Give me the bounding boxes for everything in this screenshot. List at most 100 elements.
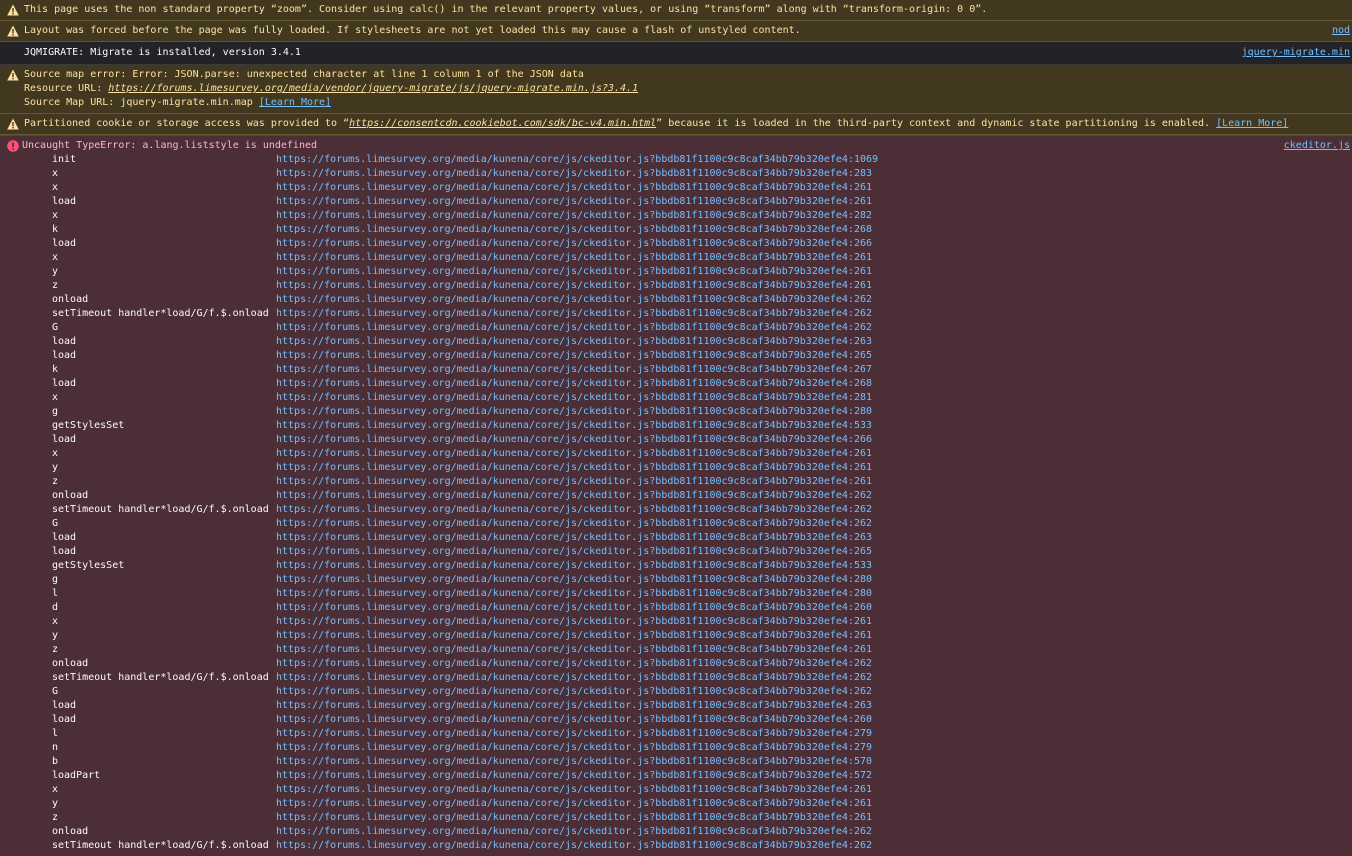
frame-line-number: 261 — [853, 448, 873, 459]
frame-line-number: 267 — [853, 364, 873, 375]
stack-frame-location-link[interactable]: https://forums.limesurvey.org/media/kune… — [276, 587, 872, 601]
stack-frame-location-link[interactable]: https://forums.limesurvey.org/media/kune… — [276, 321, 872, 335]
stack-frame-location-link[interactable]: https://forums.limesurvey.org/media/kune… — [276, 545, 872, 559]
stack-frame-location-link[interactable]: https://forums.limesurvey.org/media/kune… — [276, 405, 872, 419]
stack-frame-location-link[interactable]: https://forums.limesurvey.org/media/kune… — [276, 335, 872, 349]
stack-frame-location-link[interactable]: https://forums.limesurvey.org/media/kune… — [276, 783, 872, 797]
stack-frame-location-link[interactable]: https://forums.limesurvey.org/media/kune… — [276, 167, 872, 181]
stack-frame-location-link[interactable]: https://forums.limesurvey.org/media/kune… — [276, 643, 872, 657]
stack-frame-function: setTimeout handler*load/G/f.$.onload — [52, 840, 269, 851]
frame-url: https://forums.limesurvey.org/media/kune… — [276, 686, 848, 697]
stack-frame-function: y — [52, 266, 59, 277]
stack-frame-location-link[interactable]: https://forums.limesurvey.org/media/kune… — [276, 293, 872, 307]
stack-frame-location-link[interactable]: https://forums.limesurvey.org/media/kune… — [276, 713, 872, 727]
stack-frame-location-link[interactable]: https://forums.limesurvey.org/media/kune… — [276, 559, 872, 573]
stack-frame-location-link[interactable]: https://forums.limesurvey.org/media/kune… — [276, 797, 872, 811]
stack-frame-location-link[interactable]: https://forums.limesurvey.org/media/kune… — [276, 657, 872, 671]
learn-more-link[interactable]: [Learn More] — [259, 97, 331, 108]
stack-frame-location-link[interactable]: https://forums.limesurvey.org/media/kune… — [276, 419, 872, 433]
stack-frame-function: G — [52, 518, 59, 529]
resource-url-link[interactable]: https://forums.limesurvey.org/media/vend… — [108, 83, 638, 94]
stack-frame-function: onload — [52, 658, 89, 669]
stack-frame-location-link[interactable]: https://forums.limesurvey.org/media/kune… — [276, 489, 872, 503]
stack-frame-function: g — [52, 574, 59, 585]
stack-frame: x https://forums.limesurvey.org/media/kun… — [52, 447, 1352, 461]
stack-frame-location-link[interactable]: https://forums.limesurvey.org/media/kune… — [276, 279, 872, 293]
stack-frame-location-link[interactable]: https://forums.limesurvey.org/media/kune… — [276, 251, 872, 265]
stack-frame-location-link[interactable]: https://forums.limesurvey.org/media/kune… — [276, 209, 872, 223]
console-error-typeerror: Uncaught TypeError: a.lang.liststyle is … — [0, 135, 1352, 856]
frame-url: https://forums.limesurvey.org/media/kune… — [276, 392, 848, 403]
stack-frame-location-link[interactable]: https://forums.limesurvey.org/media/kune… — [276, 615, 872, 629]
stack-frame-location-link[interactable]: https://forums.limesurvey.org/media/kune… — [276, 685, 872, 699]
stack-frame-location-link[interactable]: https://forums.limesurvey.org/media/kune… — [276, 769, 872, 783]
stack-frame-function: l — [52, 588, 59, 599]
stack-frame-function: load — [52, 196, 77, 207]
stack-frame-location-link[interactable]: https://forums.limesurvey.org/media/kune… — [276, 181, 872, 195]
stack-frame-function: getStylesSet — [52, 560, 125, 571]
stack-frame-location-link[interactable]: https://forums.limesurvey.org/media/kune… — [276, 475, 872, 489]
frame-url: https://forums.limesurvey.org/media/kune… — [276, 420, 848, 431]
frame-line-number: 263 — [853, 336, 873, 347]
stack-frame-function: x — [52, 448, 59, 459]
stack-frame-location-link[interactable]: https://forums.limesurvey.org/media/kune… — [276, 433, 872, 447]
stack-frame-function: x — [52, 168, 59, 179]
stack-frame-location-link[interactable]: https://forums.limesurvey.org/media/kune… — [276, 223, 872, 237]
stack-frame-location-link[interactable]: https://forums.limesurvey.org/media/kune… — [276, 517, 872, 531]
stack-frame-location-link[interactable]: https://forums.limesurvey.org/media/kune… — [276, 237, 872, 251]
frame-line-number: 263 — [853, 532, 873, 543]
frame-url: https://forums.limesurvey.org/media/kune… — [276, 308, 848, 319]
stack-frame-location-link[interactable]: https://forums.limesurvey.org/media/kune… — [276, 573, 872, 587]
stack-frame-function: y — [52, 798, 59, 809]
stack-frame-location-link[interactable]: https://forums.limesurvey.org/media/kune… — [276, 825, 872, 839]
frame-line-number: 283 — [853, 168, 873, 179]
frame-line-number: 266 — [853, 238, 873, 249]
stack-frame-location-link[interactable]: https://forums.limesurvey.org/media/kune… — [276, 531, 872, 545]
stack-frame-location-link[interactable]: https://forums.limesurvey.org/media/kune… — [276, 811, 872, 825]
stack-frame-location-link[interactable]: https://forums.limesurvey.org/media/kune… — [276, 601, 872, 615]
frame-url: https://forums.limesurvey.org/media/kune… — [276, 588, 848, 599]
frame-line-number: 262 — [853, 672, 873, 683]
stack-frame-location-link[interactable]: https://forums.limesurvey.org/media/kune… — [276, 377, 872, 391]
frame-line-number: 262 — [853, 518, 873, 529]
stack-frame-location-link[interactable]: https://forums.limesurvey.org/media/kune… — [276, 391, 872, 405]
stack-frame: l https://forums.limesurvey.org/media/kun… — [52, 587, 1352, 601]
stack-frame-location-link[interactable]: https://forums.limesurvey.org/media/kune… — [276, 363, 872, 377]
stack-frame-location-link[interactable]: https://forums.limesurvey.org/media/kune… — [276, 629, 872, 643]
frame-url: https://forums.limesurvey.org/media/kune… — [276, 322, 848, 333]
stack-frame-location-link[interactable]: https://forums.limesurvey.org/media/kune… — [276, 839, 872, 853]
stack-frame-location-link[interactable]: https://forums.limesurvey.org/media/kune… — [276, 349, 872, 363]
frame-url: https://forums.limesurvey.org/media/kune… — [276, 294, 848, 305]
stack-frame-location-link[interactable]: https://forums.limesurvey.org/media/kune… — [276, 727, 872, 741]
resource-url-label: Resource URL: — [24, 83, 109, 94]
message-text: Uncaught TypeError: a.lang.liststyle is … — [22, 140, 318, 151]
frame-url: https://forums.limesurvey.org/media/kune… — [276, 182, 848, 193]
frame-line-number: 265 — [853, 350, 873, 361]
frame-url: https://forums.limesurvey.org/media/kune… — [276, 672, 848, 683]
error-icon — [7, 140, 19, 152]
learn-more-link[interactable]: [Learn More] — [1216, 118, 1288, 129]
message-source-link[interactable]: jquery-migrate.min — [1242, 46, 1350, 60]
stack-frame-location-link[interactable]: https://forums.limesurvey.org/media/kune… — [276, 461, 872, 475]
frame-url: https://forums.limesurvey.org/media/kune… — [276, 490, 848, 501]
stack-frame-location-link[interactable]: https://forums.limesurvey.org/media/kune… — [276, 699, 872, 713]
stack-frame-location-link[interactable]: https://forums.limesurvey.org/media/kune… — [276, 195, 872, 209]
stack-frame: onload https://forums.limesurvey.org/medi… — [52, 489, 1352, 503]
stack-frame-location-link[interactable]: https://forums.limesurvey.org/media/kune… — [276, 265, 872, 279]
stack-frame-location-link[interactable]: https://forums.limesurvey.org/media/kune… — [276, 671, 872, 685]
frame-line-number: 262 — [853, 490, 873, 501]
stack-frame-location-link[interactable]: https://forums.limesurvey.org/media/kune… — [276, 755, 872, 769]
message-source-link[interactable]: nod — [1332, 24, 1350, 38]
stack-frame-location-link[interactable]: https://forums.limesurvey.org/media/kune… — [276, 447, 872, 461]
stack-frame-function: setTimeout handler*load/G/f.$.onload — [52, 504, 269, 515]
cookiebot-url-link[interactable]: https://consentcdn.cookiebot.com/sdk/bc-… — [349, 118, 656, 129]
message-source-link[interactable]: ckeditor.js — [1284, 139, 1350, 153]
stack-frame-location-link[interactable]: https://forums.limesurvey.org/media/kune… — [276, 307, 872, 321]
stack-frame-location-link[interactable]: https://forums.limesurvey.org/media/kune… — [276, 503, 872, 517]
frame-url: https://forums.limesurvey.org/media/kune… — [276, 714, 848, 725]
stack-frame-function: loadPart — [52, 770, 101, 781]
frame-url: https://forums.limesurvey.org/media/kune… — [276, 196, 848, 207]
stack-frame-location-link[interactable]: https://forums.limesurvey.org/media/kune… — [276, 153, 878, 167]
stack-frame-location-link[interactable]: https://forums.limesurvey.org/media/kune… — [276, 741, 872, 755]
stack-frame: Ghttps://forums.limesurvey.org/media/kun… — [52, 321, 1352, 335]
